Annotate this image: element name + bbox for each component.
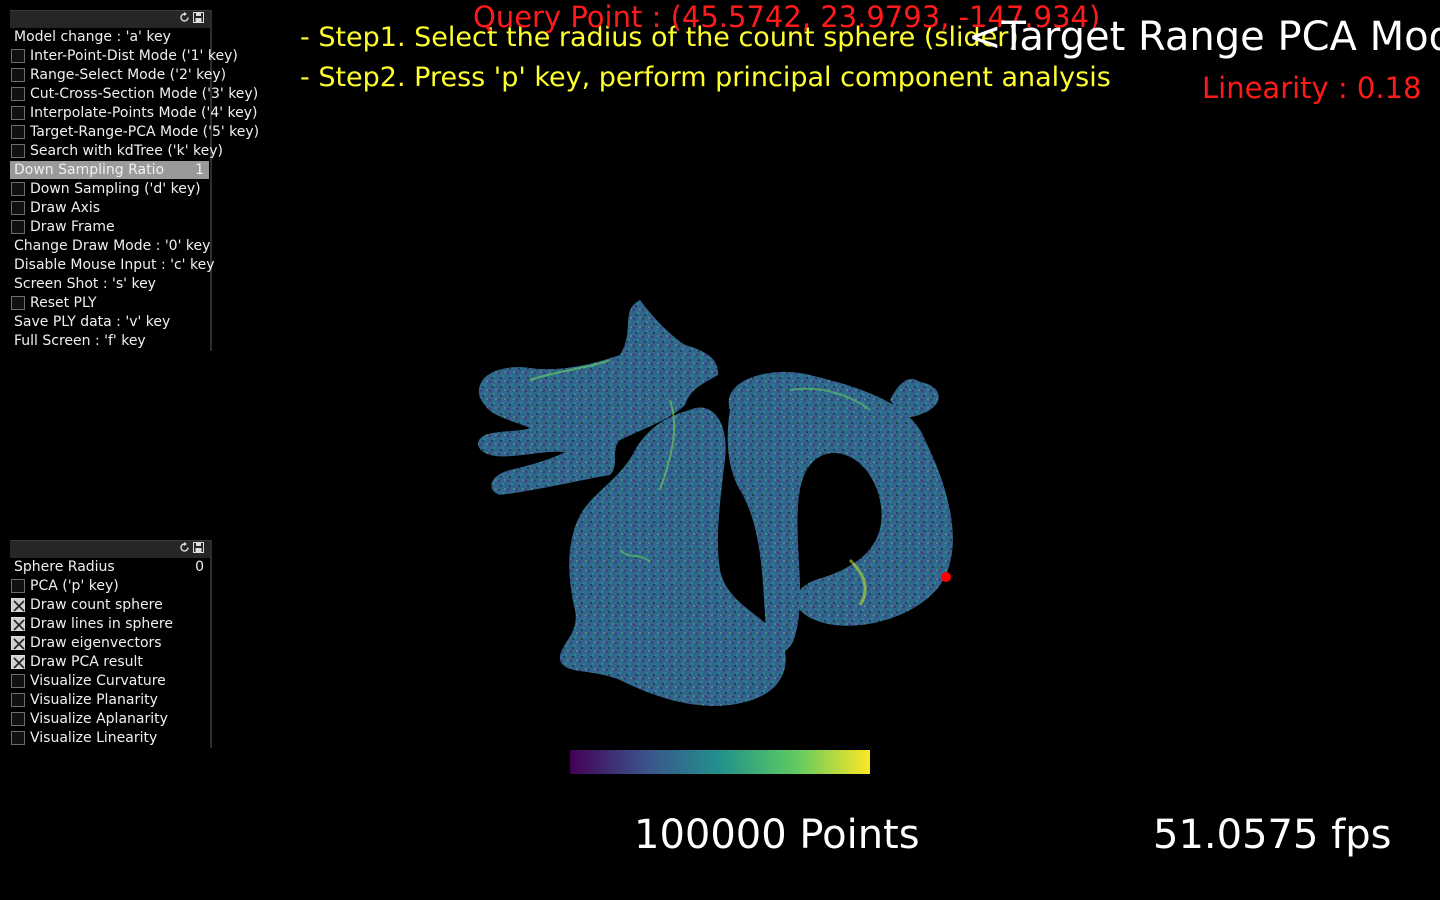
checkbox-box[interactable] [11, 87, 25, 101]
checkbox-box-checked[interactable] [11, 636, 25, 650]
visualize-curvature-checkbox[interactable]: Visualize Curvature [10, 672, 210, 691]
checkbox-box[interactable] [11, 674, 25, 688]
save-icon[interactable] [193, 12, 204, 23]
checkbox-box[interactable] [11, 49, 25, 63]
checkmark-x-icon [13, 619, 25, 631]
visualize-aplanarity-checkbox[interactable]: Visualize Aplanarity [10, 710, 210, 729]
colormap-legend-bar [570, 750, 870, 774]
checkbox-box[interactable] [11, 693, 25, 707]
pca-control-panel: Sphere Radius 0 PCA ('p' key) Draw count… [10, 540, 212, 748]
inter-point-dist-checkbox[interactable]: Inter-Point-Dist Mode ('1' key) [10, 47, 238, 66]
full-screen-hint: Full Screen : 'f' key [14, 333, 146, 349]
checkbox-box[interactable] [11, 68, 25, 82]
cut-cross-section-checkbox[interactable]: Cut-Cross-Section Mode ('3' key) [10, 85, 258, 104]
visualize-linearity-checkbox[interactable]: Visualize Linearity [10, 729, 210, 748]
fps-counter: 51.0575 fps [1153, 812, 1392, 858]
refresh-icon[interactable] [179, 542, 190, 553]
save-ply-hint: Save PLY data : 'v' key [14, 314, 171, 330]
main-control-panel: Model change : 'a' key Inter-Point-Dist … [10, 10, 259, 351]
checkbox-box[interactable] [11, 144, 25, 158]
checkmark-x-icon [13, 657, 25, 669]
checkbox-box-checked[interactable] [11, 598, 25, 612]
draw-count-sphere-checkbox[interactable]: Draw count sphere [10, 596, 210, 615]
panel-titlebar[interactable] [10, 10, 210, 28]
target-range-pca-checkbox[interactable]: Target-Range-PCA Mode ('5' key) [10, 123, 259, 142]
pca-checkbox[interactable]: PCA ('p' key) [10, 577, 210, 596]
checkbox-box[interactable] [11, 296, 25, 310]
query-point-marker [941, 572, 951, 582]
checkbox-box[interactable] [11, 731, 25, 745]
model-change-hint: Model change : 'a' key [14, 29, 171, 45]
checkmark-x-icon [13, 638, 25, 650]
checkbox-box[interactable] [11, 106, 25, 120]
visualize-planarity-checkbox[interactable]: Visualize Planarity [10, 691, 210, 710]
point-cloud-viewport[interactable] [470, 290, 970, 720]
screen-shot-hint: Screen Shot : 's' key [14, 276, 156, 292]
down-sampling-ratio-slider[interactable]: Down Sampling Ratio 1 [10, 161, 210, 180]
range-select-checkbox[interactable]: Range-Select Mode ('2' key) [10, 66, 226, 85]
panel-titlebar[interactable] [10, 540, 210, 558]
draw-frame-checkbox[interactable]: Draw Frame [10, 218, 210, 237]
instruction-step2: - Step2. Press 'p' key, perform principa… [300, 62, 1111, 93]
down-sampling-checkbox[interactable]: Down Sampling ('d' key) [10, 180, 210, 199]
reset-ply-checkbox[interactable]: Reset PLY [10, 294, 210, 313]
checkbox-box-checked[interactable] [11, 655, 25, 669]
save-icon[interactable] [193, 542, 204, 553]
checkbox-box[interactable] [11, 125, 25, 139]
checkbox-box[interactable] [11, 182, 25, 196]
checkbox-box-checked[interactable] [11, 617, 25, 631]
draw-axis-checkbox[interactable]: Draw Axis [10, 199, 210, 218]
draw-lines-in-sphere-checkbox[interactable]: Draw lines in sphere [10, 615, 210, 634]
refresh-icon[interactable] [179, 12, 190, 23]
checkbox-box[interactable] [11, 712, 25, 726]
draw-pca-result-checkbox[interactable]: Draw PCA result [10, 653, 210, 672]
change-draw-mode-hint: Change Draw Mode : '0' key [14, 238, 211, 254]
checkbox-box[interactable] [11, 201, 25, 215]
dragon-point-cloud[interactable] [470, 290, 970, 720]
interpolate-points-checkbox[interactable]: Interpolate-Points Mode ('4' key) [10, 104, 258, 123]
linearity-readout: Linearity : 0.18 [1202, 71, 1422, 105]
slider-value: 0 [195, 559, 204, 575]
points-count: 100000 Points [634, 812, 920, 858]
sphere-radius-slider[interactable]: Sphere Radius 0 [10, 558, 210, 577]
disable-mouse-hint: Disable Mouse Input : 'c' key [14, 257, 215, 273]
mode-title: <Target Range PCA Mode> [968, 14, 1440, 60]
search-kdtree-checkbox[interactable]: Search with kdTree ('k' key) [10, 142, 223, 161]
checkbox-box[interactable] [11, 579, 25, 593]
checkmark-x-icon [13, 600, 25, 612]
checkbox-box[interactable] [11, 220, 25, 234]
draw-eigenvectors-checkbox[interactable]: Draw eigenvectors [10, 634, 210, 653]
slider-value: 1 [195, 162, 204, 178]
